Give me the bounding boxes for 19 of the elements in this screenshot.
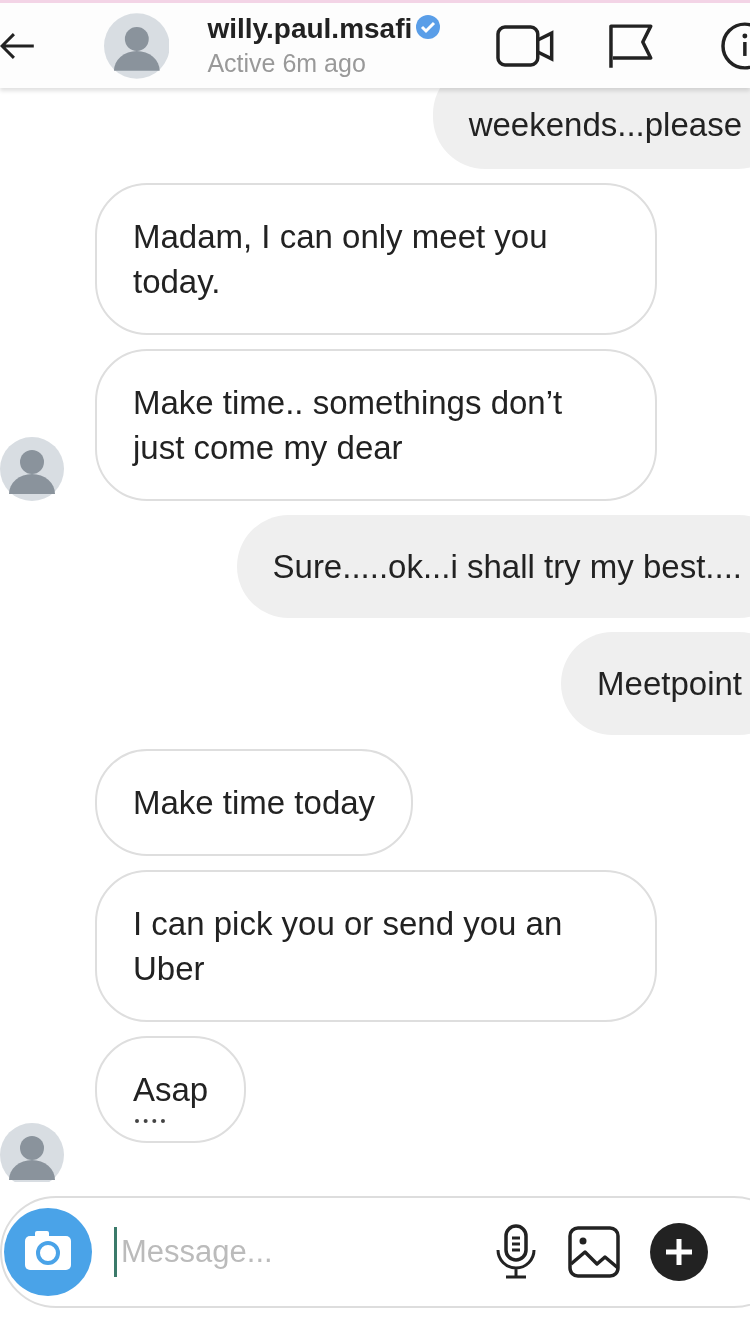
image-gallery-icon[interactable] (568, 1226, 620, 1278)
message-input-field[interactable]: Message... (114, 1227, 464, 1277)
avatar[interactable] (103, 12, 170, 79)
received-message: Asap (95, 1036, 247, 1143)
received-message: Make time today (95, 749, 414, 856)
active-status: Active 6m ago (207, 49, 367, 78)
plus-button[interactable] (650, 1223, 708, 1281)
avatar[interactable] (0, 1123, 64, 1182)
avatar[interactable] (0, 437, 64, 501)
camera-button[interactable] (4, 1208, 92, 1296)
received-message: Make time.. somethings don’t just come my dear (95, 349, 657, 501)
received-message: I can pick you or send you an Uber (95, 870, 657, 1022)
received-message: Madam, I can only meet you today. (95, 183, 657, 335)
sent-message: Meetpoint (561, 632, 750, 735)
microphone-icon[interactable] (494, 1224, 538, 1280)
back-arrow-icon[interactable] (0, 30, 34, 61)
username[interactable]: willy.paul.msafi (207, 13, 413, 45)
sent-message: Sure.....ok...i shall try my best.... (236, 515, 750, 618)
info-icon[interactable] (720, 20, 750, 71)
